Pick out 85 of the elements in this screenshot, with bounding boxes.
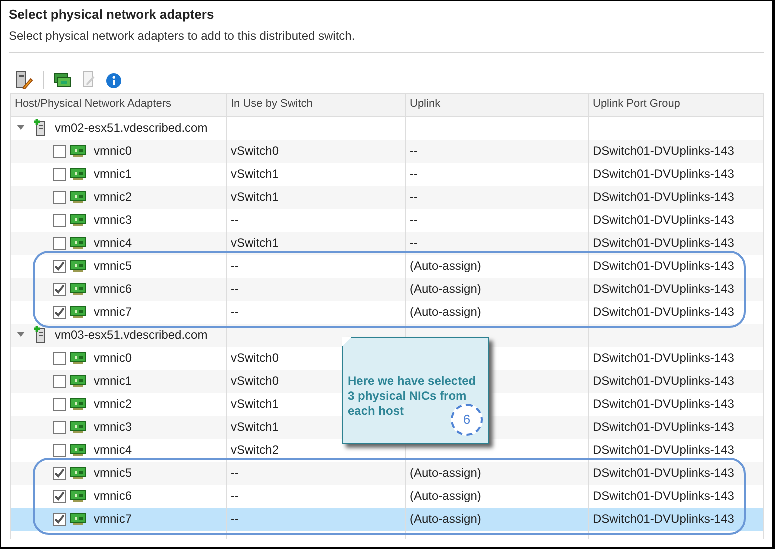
table-cell: -- — [227, 508, 406, 530]
checkbox[interactable] — [53, 352, 66, 364]
adapter-name[interactable]: vmnic5 — [94, 257, 132, 275]
adapter-name[interactable]: vmnic0 — [94, 349, 132, 367]
adapter-name[interactable]: vmnic2 — [94, 188, 132, 206]
table-cell: -- — [406, 186, 589, 208]
network-card-icon — [70, 467, 86, 479]
adapter-name[interactable]: vmnic0 — [94, 142, 132, 160]
table-cell: -- — [406, 232, 589, 254]
checkbox[interactable] — [53, 190, 66, 204]
network-card-icon — [70, 168, 86, 180]
adapter-name[interactable]: vmnic5 — [94, 464, 132, 482]
checkbox[interactable] — [53, 512, 66, 526]
host-name[interactable]: vm03-esx51.vdescribed.com — [55, 326, 208, 344]
expand-arrow-icon[interactable] — [17, 332, 25, 338]
table-cell: (Auto-assign) — [406, 278, 589, 300]
adapter-name[interactable]: vmnic6 — [94, 487, 132, 505]
table-cell: vSwitch1 — [227, 232, 406, 254]
network-card-icon — [70, 145, 86, 157]
info-icon[interactable] — [106, 72, 122, 88]
table-cell: -- — [227, 462, 406, 484]
table-cell: -- — [227, 278, 406, 300]
table-cell: DSwitch01-DVUplinks-143 — [589, 186, 764, 208]
network-cards-icon[interactable] — [54, 72, 72, 88]
adapter-name[interactable]: vmnic7 — [94, 303, 132, 321]
host-name[interactable]: vm02-esx51.vdescribed.com — [55, 119, 208, 137]
adapter-name[interactable]: vmnic7 — [94, 510, 132, 528]
table-cell: DSwitch01-DVUplinks-143 — [589, 508, 764, 530]
network-card-icon — [70, 237, 86, 249]
network-card-icon — [70, 352, 86, 364]
column-header: In Use by Switch — [227, 94, 406, 116]
folded-corner-icon — [342, 336, 352, 346]
network-card-icon — [70, 260, 86, 272]
network-card-icon — [70, 444, 86, 456]
table-cell: DSwitch01-DVUplinks-143 — [589, 278, 764, 300]
step-number: 6 — [451, 404, 483, 436]
adapter-name[interactable]: vmnic1 — [94, 165, 132, 183]
table-cell: DSwitch01-DVUplinks-143 — [589, 462, 764, 484]
checkbox[interactable] — [53, 282, 66, 296]
checkbox[interactable] — [53, 260, 66, 272]
network-card-icon — [70, 191, 86, 203]
adapter-name[interactable]: vmnic4 — [94, 234, 132, 252]
checkbox[interactable] — [53, 214, 66, 226]
network-card-icon — [70, 214, 86, 226]
table-cell: DSwitch01-DVUplinks-143 — [589, 232, 764, 254]
checkbox[interactable] — [53, 420, 66, 434]
table-cell: vSwitch1 — [227, 186, 406, 208]
adapter-name[interactable]: vmnic3 — [94, 418, 132, 436]
network-card-icon — [70, 375, 86, 387]
network-card-icon — [70, 306, 86, 318]
checkbox[interactable] — [53, 144, 66, 158]
checkbox[interactable] — [53, 306, 66, 318]
checkbox[interactable] — [53, 236, 66, 250]
checkbox[interactable] — [53, 444, 66, 456]
adapter-name[interactable]: vmnic1 — [94, 372, 132, 390]
host-icon — [33, 326, 47, 344]
table-cell: DSwitch01-DVUplinks-143 — [589, 140, 764, 162]
network-card-icon — [70, 283, 86, 295]
checkbox[interactable] — [53, 398, 66, 410]
page-title: Select physical network adapters — [8, 6, 216, 24]
network-card-icon — [70, 490, 86, 502]
column-header: Uplink — [406, 94, 589, 116]
table-cell: vSwitch0 — [227, 140, 406, 162]
adapter-name[interactable]: vmnic6 — [94, 280, 132, 298]
column-header: Host/Physical Network Adapters — [11, 94, 227, 116]
page-subtitle: Select physical network adapters to add to this distributed switch. — [8, 28, 356, 44]
network-card-icon — [70, 513, 86, 525]
checkbox[interactable] — [53, 374, 66, 388]
checkbox[interactable] — [53, 466, 66, 480]
network-card-icon — [70, 421, 86, 433]
column-header: Uplink Port Group — [589, 94, 764, 116]
adapter-name[interactable]: vmnic2 — [94, 395, 132, 413]
network-card-icon — [70, 398, 86, 410]
checkbox[interactable] — [53, 490, 66, 502]
expand-arrow-icon[interactable] — [17, 125, 25, 131]
host-icon — [33, 119, 47, 137]
edit-server-icon[interactable] — [15, 70, 33, 88]
table-cell: DSwitch01-DVUplinks-143 — [589, 370, 764, 392]
adapter-name[interactable]: vmnic3 — [94, 211, 132, 229]
table-cell: (Auto-assign) — [406, 508, 589, 530]
table-cell: DSwitch01-DVUplinks-143 — [589, 416, 764, 438]
checkbox[interactable] — [53, 168, 66, 180]
table-cell: (Auto-assign) — [406, 462, 589, 484]
adapter-name[interactable]: vmnic4 — [94, 441, 132, 459]
table-cell: -- — [406, 140, 589, 162]
